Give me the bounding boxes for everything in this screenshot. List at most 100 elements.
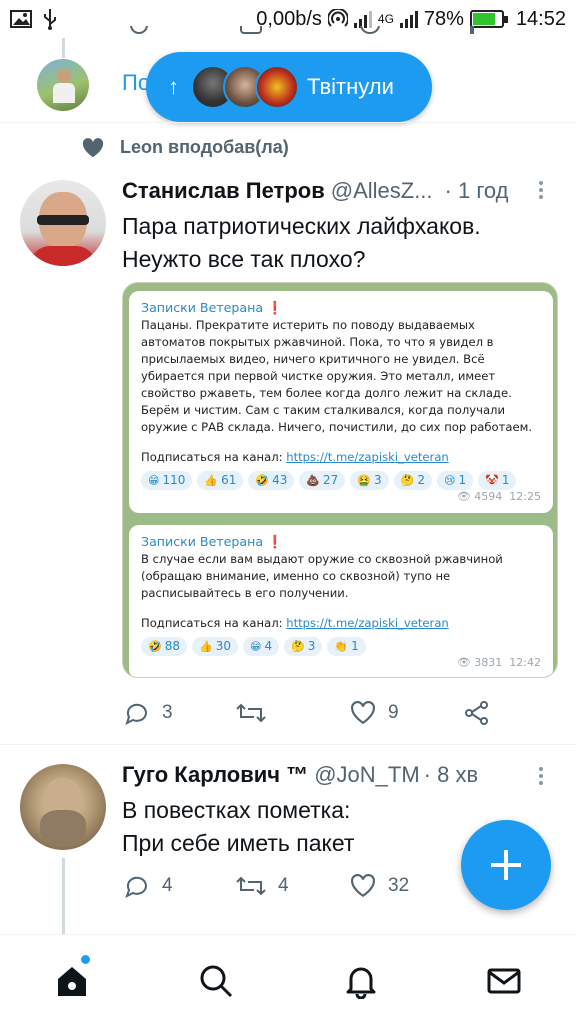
reaction-emoji: 🤔 (400, 474, 415, 487)
usb-icon (44, 9, 56, 30)
reaction-count: 110 (162, 473, 186, 487)
like-button[interactable]: 32 (350, 874, 464, 898)
nav-home[interactable] (54, 963, 90, 999)
channel-name: Записки Ветерана ❗ (141, 534, 283, 549)
search-icon (200, 965, 233, 998)
reaction-emoji: 😁 (148, 474, 160, 487)
subscribe-line: Подписаться на канал: https://t.me/zapis… (141, 616, 449, 630)
author-avatar[interactable] (20, 764, 106, 850)
nav-messages[interactable] (486, 963, 522, 999)
tweet-text-line: При себе иметь пакет (122, 830, 355, 856)
reaction-emoji: 🤡 (485, 474, 499, 487)
divider (0, 122, 576, 123)
post-meta: 👁 4594 12:25 (456, 490, 541, 503)
retweet-button[interactable] (236, 701, 350, 725)
network-type: 4G (377, 12, 394, 26)
bottom-nav (0, 934, 576, 1024)
pill-label: Твітнули (307, 74, 394, 99)
tweet-text-line: В повестках пометка: (122, 797, 351, 823)
thread-line (62, 38, 65, 58)
notifications-icon (346, 967, 376, 1000)
social-context: Leon вподобав(ла) (82, 137, 289, 158)
author-name[interactable]: Гуго Карлович ™ (122, 762, 308, 788)
reaction-emoji: 👍 (198, 640, 213, 653)
reply-icon (125, 876, 147, 898)
reaction-chip: 👍 61 (197, 471, 244, 490)
compose-button[interactable] (461, 820, 551, 910)
reply-icon (125, 703, 147, 725)
messages-icon (487, 968, 521, 994)
reaction-emoji: 🤣 (148, 640, 162, 653)
tweet-text-line: Неужто все так плохо? (122, 246, 366, 272)
home-unread-dot (81, 955, 90, 964)
author-handle[interactable]: @AllesZ... (331, 178, 433, 204)
top-partial-actions (130, 26, 490, 40)
author-avatar[interactable] (20, 180, 106, 266)
arrow-up-icon: ↑ (168, 74, 179, 99)
avatar[interactable] (37, 59, 89, 111)
reaction-chip: 😁 110 (141, 471, 193, 490)
reaction-count: 1 (458, 473, 467, 487)
nav-notifications[interactable] (343, 963, 379, 1000)
author-name[interactable]: Станислав Петров (122, 178, 325, 204)
nav-search[interactable] (198, 963, 234, 999)
heart-icon (82, 137, 104, 157)
divider (0, 744, 576, 745)
reaction-chip: 🤔 3 (284, 637, 323, 656)
tweet-actions: 4 4 32 (124, 874, 464, 898)
retweet-button[interactable]: 4 (236, 874, 350, 898)
reaction-chip: 😁 4 (242, 637, 280, 656)
reaction-count: 2 (417, 473, 426, 487)
tweet-media[interactable]: Записки Ветерана ❗ Пацаны. Прекратите ис… (122, 282, 558, 678)
tweet-header: Гуго Карлович ™ @JoN_TM · 8 хв (122, 762, 478, 788)
gallery-icon (10, 10, 32, 28)
reaction-count: 3 (307, 639, 316, 653)
home-icon (58, 967, 86, 996)
like-icon (351, 701, 375, 725)
clock: 14:52 (515, 7, 566, 30)
share-icon (465, 701, 488, 725)
more-icon[interactable] (539, 178, 545, 202)
like-count: 32 (388, 875, 410, 896)
reaction-count: 27 (323, 473, 339, 487)
reaction-count: 1 (351, 639, 359, 653)
pill-avatars (191, 65, 301, 109)
post-body: Пацаны. Прекратите истерить по поводу вы… (141, 318, 533, 434)
battery-fill (472, 13, 495, 25)
thread-line (62, 858, 65, 934)
retweet-count: 4 (278, 875, 289, 896)
reaction-count: 1 (501, 473, 510, 487)
like-button[interactable]: 9 (350, 701, 464, 725)
avatar (255, 65, 299, 109)
tweet-time[interactable]: · 1 год (445, 178, 509, 204)
more-icon[interactable] (539, 764, 545, 788)
reaction-chip: 👏 1 (327, 637, 366, 656)
post-body: В случае если вам выдают оружие со сквоз… (141, 552, 503, 600)
reaction-emoji: 💩 (306, 474, 321, 487)
tweet-text-line: Пара патриотических лайфхаков. (122, 213, 481, 239)
author-handle[interactable]: @JoN_TM (314, 762, 419, 788)
liked-by-text[interactable]: Leon вподобав(ла) (120, 137, 289, 158)
reaction-count: 3 (374, 473, 382, 487)
reaction-count: 30 (215, 639, 231, 653)
telegram-post: Записки Ветерана ❗ Пацаны. Прекратите ис… (129, 291, 553, 513)
telegram-post: Записки Ветерана ❗ В случае если вам выд… (129, 525, 553, 677)
reaction-chip: 🤔 2 (393, 471, 433, 490)
reaction-emoji: 👏 (334, 640, 349, 653)
reply-button[interactable]: 4 (124, 874, 236, 898)
reaction-count: 88 (164, 639, 180, 653)
reaction-emoji: 😢 (444, 474, 456, 487)
reply-button[interactable]: 3 (124, 701, 236, 725)
reaction-chip: 🤣 88 (141, 637, 187, 656)
tweet-header: Станислав Петров @AllesZ... · 1 год (122, 178, 508, 204)
tweet-actions: 3 9 (124, 700, 490, 726)
reaction-count: 61 (221, 473, 237, 487)
subscribe-line: Подписаться на канал: https://t.me/zapis… (141, 450, 449, 464)
new-tweets-pill[interactable]: ↑ Твітнули (146, 52, 432, 122)
share-button[interactable] (464, 700, 490, 726)
reaction-emoji: 😁 (249, 640, 262, 653)
reaction-count: 43 (272, 473, 288, 487)
tweet-time[interactable]: · 8 хв (424, 762, 478, 788)
reply-count: 4 (162, 875, 173, 896)
tweet-text: В повестках пометка: При себе иметь паке… (122, 794, 354, 860)
